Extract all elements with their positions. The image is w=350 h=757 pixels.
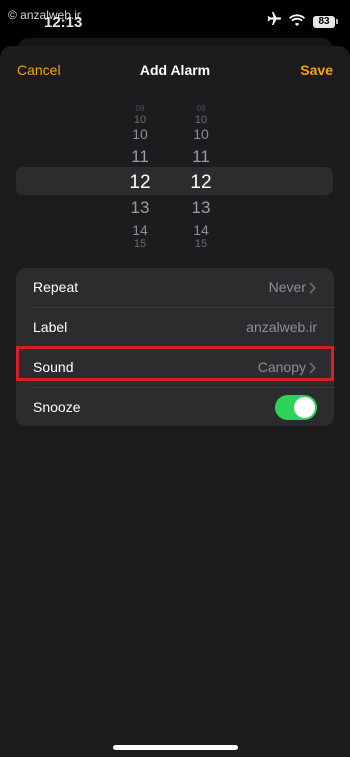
- minute-option: 10: [193, 126, 209, 142]
- hour-option: 10: [132, 126, 148, 142]
- hour-option: 14: [132, 222, 148, 238]
- hour-option: 11: [131, 147, 149, 166]
- hour-option: 15: [133, 238, 147, 250]
- minute-option: 09: [196, 104, 206, 113]
- battery-level: 83: [313, 15, 335, 28]
- selected-minute: 12: [190, 172, 212, 193]
- label-row[interactable]: Label anzalweb.ir: [16, 308, 334, 347]
- status-time: 12:13: [44, 14, 83, 31]
- hour-option: 13: [130, 198, 150, 217]
- snooze-row: Snooze: [16, 388, 334, 427]
- hour-option: 09: [135, 104, 145, 113]
- wifi-icon: [289, 13, 305, 31]
- repeat-label: Repeat: [33, 279, 79, 295]
- repeat-value: Never: [268, 279, 306, 295]
- label-value: anzalweb.ir: [246, 319, 317, 335]
- home-indicator[interactable]: [113, 745, 238, 750]
- label-label: Label: [33, 319, 68, 335]
- minute-option: 13: [191, 198, 211, 217]
- page-title: Add Alarm: [139, 62, 211, 78]
- save-button[interactable]: Save: [300, 62, 333, 78]
- sound-row[interactable]: Sound Canopy: [16, 346, 334, 387]
- add-alarm-sheet: Cancel Add Alarm Save 09 10 10 11 12 13 …: [0, 46, 350, 757]
- picker-selection-band: [16, 167, 333, 195]
- status-icons: 83: [265, 12, 338, 31]
- minute-option: 10: [194, 114, 208, 126]
- minute-option: 15: [194, 238, 208, 250]
- hour-wheel[interactable]: 09 10 10 11 12 13 14 15: [120, 102, 160, 252]
- minute-option: 11: [192, 147, 210, 166]
- snooze-toggle[interactable]: [275, 395, 317, 420]
- time-picker[interactable]: 09 10 10 11 12 13 14 15 09 10 10 11 12 1…: [0, 102, 350, 252]
- toggle-knob: [294, 397, 315, 418]
- selected-hour: 12: [129, 172, 151, 193]
- repeat-row[interactable]: Repeat Never: [16, 268, 334, 307]
- status-bar: © anzalweb.ir 12:13 83: [0, 0, 350, 40]
- hour-option: 10: [133, 114, 147, 126]
- airplane-icon: [265, 12, 282, 31]
- snooze-label: Snooze: [33, 399, 81, 415]
- minute-option: 14: [193, 222, 209, 238]
- minute-wheel[interactable]: 09 10 10 11 12 13 14 15: [181, 102, 221, 252]
- alarm-settings-group: Repeat Never Label anzalweb.ir Sound Can…: [16, 268, 334, 426]
- battery-icon: 83: [313, 15, 338, 28]
- chevron-right-icon: [309, 282, 317, 294]
- sound-highlight-frame: [16, 346, 334, 381]
